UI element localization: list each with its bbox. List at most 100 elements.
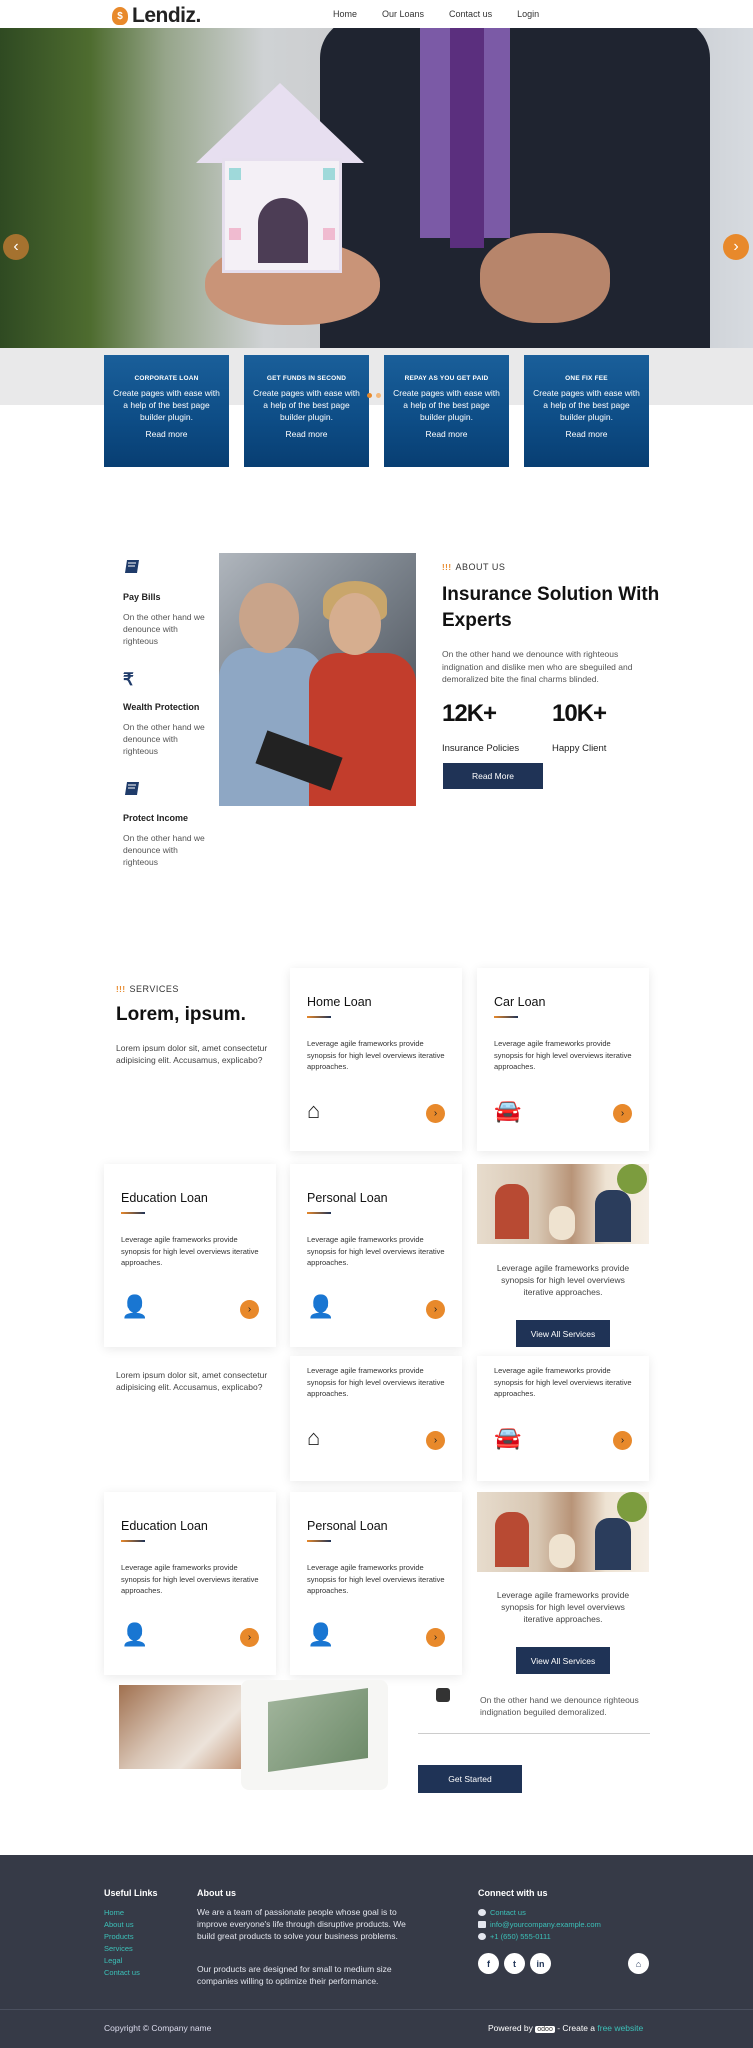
service-card-education-loan[interactable]: Education Loan Leverage agile frameworks… xyxy=(104,1492,276,1675)
carousel-indicator[interactable] xyxy=(376,393,381,398)
footer-link-home[interactable]: Home xyxy=(104,1908,124,1917)
card-title: Home Loan xyxy=(307,995,372,1009)
nav-login[interactable]: Login xyxy=(517,9,539,19)
powered-by: Powered by odoo - Create a free website xyxy=(488,2023,643,2033)
section-tag-label: ABOUT US xyxy=(455,562,506,572)
feature-card: CORPORATE LOAN Create pages with ease wi… xyxy=(104,355,229,467)
feature-read-more[interactable]: Read more xyxy=(104,429,229,439)
feature-desc: Create pages with ease with a help of th… xyxy=(253,388,360,422)
chat-icon xyxy=(478,1909,486,1916)
user-icon: 👤 xyxy=(307,1294,335,1319)
feature-read-more[interactable]: Read more xyxy=(524,429,649,439)
twitter-icon[interactable]: t xyxy=(504,1953,525,1974)
service-card-car-loan[interactable]: Car Loan Leverage agile frameworks provi… xyxy=(477,968,649,1151)
divider xyxy=(418,1733,650,1734)
about-photo-handshake xyxy=(219,553,416,806)
card-title: Personal Loan xyxy=(307,1191,388,1205)
stat-label: Happy Client xyxy=(552,743,607,754)
money-house-image xyxy=(268,1687,368,1773)
community-icon xyxy=(436,1688,450,1702)
odoo-logo[interactable]: odoo xyxy=(535,2026,555,2033)
hero-image-hand-right xyxy=(480,233,610,323)
feature-card: GET FUNDS IN SECOND Create pages with ea… xyxy=(244,355,369,467)
nav-our-loans[interactable]: Our Loans xyxy=(382,9,424,19)
footer-email[interactable]: info@yourcompany.example.com xyxy=(490,1920,601,1929)
footer-contact-link[interactable]: Contact us xyxy=(490,1908,526,1917)
footer-useful-links-title: Useful Links xyxy=(104,1888,158,1898)
service-card-education-loan[interactable]: Education Loan Leverage agile frameworks… xyxy=(104,1164,276,1347)
nav-home[interactable]: Home xyxy=(333,9,357,19)
footer-link-products[interactable]: Products xyxy=(104,1932,134,1941)
envelope-icon xyxy=(478,1921,486,1928)
arrow-right-icon[interactable]: › xyxy=(426,1104,445,1123)
arrow-right-icon[interactable]: › xyxy=(240,1628,259,1647)
service-card-personal-loan[interactable]: Personal Loan Leverage agile frameworks … xyxy=(290,1492,462,1675)
arrow-right-icon[interactable]: › xyxy=(426,1300,445,1319)
services-photo-text: Leverage agile frameworks provide synops… xyxy=(496,1263,630,1297)
footer-divider xyxy=(0,2009,753,2010)
service-card-home-loan[interactable]: Leverage agile frameworks provide synops… xyxy=(290,1356,462,1481)
read-more-button[interactable]: Read More xyxy=(443,763,543,789)
feature-desc: Create pages with ease with a help of th… xyxy=(533,388,640,422)
hero-image-tie xyxy=(450,28,484,248)
about-title: Insurance Solution With Experts xyxy=(442,584,660,631)
car-icon: 🚘 xyxy=(494,1098,522,1123)
service-card-car-loan[interactable]: Leverage agile frameworks provide synops… xyxy=(477,1356,649,1481)
rupee-icon: ₹ xyxy=(123,670,134,689)
footer-link-contact[interactable]: Contact us xyxy=(104,1968,140,1977)
side-feature-text: On the other hand we denounce with right… xyxy=(123,833,205,867)
hero-house-tile xyxy=(323,168,335,180)
chevron-left-icon[interactable]: ‹ xyxy=(3,234,29,260)
side-feature-title: Wealth Protection xyxy=(123,702,200,712)
arrow-right-icon[interactable]: › xyxy=(613,1431,632,1450)
footer-link-legal[interactable]: Legal xyxy=(104,1956,122,1965)
page: $ Lendiz. Home Our Loans Contact us Logi… xyxy=(0,0,753,2048)
footer-link-about[interactable]: About us xyxy=(104,1920,134,1929)
card-title: Education Loan xyxy=(121,1191,208,1205)
side-feature-title: Pay Bills xyxy=(123,592,161,602)
feature-read-more[interactable]: Read more xyxy=(384,429,509,439)
side-feature-text: On the other hand we denounce with right… xyxy=(123,722,205,756)
side-feature-text: On the other hand we denounce with right… xyxy=(123,612,205,646)
view-all-services-button[interactable]: View All Services xyxy=(516,1647,610,1674)
view-all-services-button[interactable]: View All Services xyxy=(516,1320,610,1347)
services-intro: Lorem ipsum dolor sit, amet consectetur … xyxy=(116,1043,268,1065)
home-icon: ⌂ xyxy=(307,1425,321,1450)
arrow-right-icon[interactable]: › xyxy=(240,1300,259,1319)
service-card-home-loan[interactable]: Home Loan Leverage agile frameworks prov… xyxy=(290,968,462,1151)
footer-connect-title: Connect with us xyxy=(478,1888,548,1898)
card-desc: Leverage agile frameworks provide synops… xyxy=(307,1366,445,1398)
nav-contact-us[interactable]: Contact us xyxy=(449,9,492,19)
top-navbar: $ Lendiz. Home Our Loans Contact us Logi… xyxy=(0,0,753,28)
feature-title: REPAY AS YOU GET PAID xyxy=(404,375,489,382)
about-text: On the other hand we denounce with right… xyxy=(442,649,633,684)
get-started-button[interactable]: Get Started xyxy=(418,1765,522,1793)
footer-phone[interactable]: +1 (650) 555-0111 xyxy=(490,1932,551,1941)
home-icon[interactable]: ⌂ xyxy=(628,1953,649,1974)
arrow-right-icon[interactable]: › xyxy=(426,1628,445,1647)
services-title: Lorem, ipsum. xyxy=(116,1004,246,1025)
feature-card: ONE FIX FEE Create pages with ease with … xyxy=(524,355,649,467)
brand-logo[interactable]: $ Lendiz. xyxy=(112,4,201,28)
card-desc: Leverage agile frameworks provide synops… xyxy=(307,1235,445,1267)
footer-link-services[interactable]: Services xyxy=(104,1944,133,1953)
copyright: Copyright © Company name xyxy=(104,2023,212,2033)
arrow-right-icon[interactable]: › xyxy=(426,1431,445,1450)
feature-desc: Create pages with ease with a help of th… xyxy=(393,388,500,422)
family-photo xyxy=(477,1164,649,1244)
chevron-right-icon[interactable]: › xyxy=(723,234,749,260)
feature-read-more[interactable]: Read more xyxy=(244,429,369,439)
side-feature-title: Protect Income xyxy=(123,813,189,823)
carousel-indicator[interactable] xyxy=(367,393,372,398)
user-icon: 👤 xyxy=(307,1622,335,1647)
card-desc: Leverage agile frameworks provide synops… xyxy=(121,1235,259,1267)
service-card-personal-loan[interactable]: Personal Loan Leverage agile frameworks … xyxy=(290,1164,462,1347)
linkedin-icon[interactable]: in xyxy=(530,1953,551,1974)
card-title: Personal Loan xyxy=(307,1519,388,1533)
home-icon: ⌂ xyxy=(307,1098,321,1123)
free-website-link[interactable]: free website xyxy=(597,2023,643,2033)
arrow-right-icon[interactable]: › xyxy=(613,1104,632,1123)
feature-title: GET FUNDS IN SECOND xyxy=(266,375,347,382)
facebook-icon[interactable]: f xyxy=(478,1953,499,1974)
section-tag: !!! ABOUT US xyxy=(442,562,505,572)
